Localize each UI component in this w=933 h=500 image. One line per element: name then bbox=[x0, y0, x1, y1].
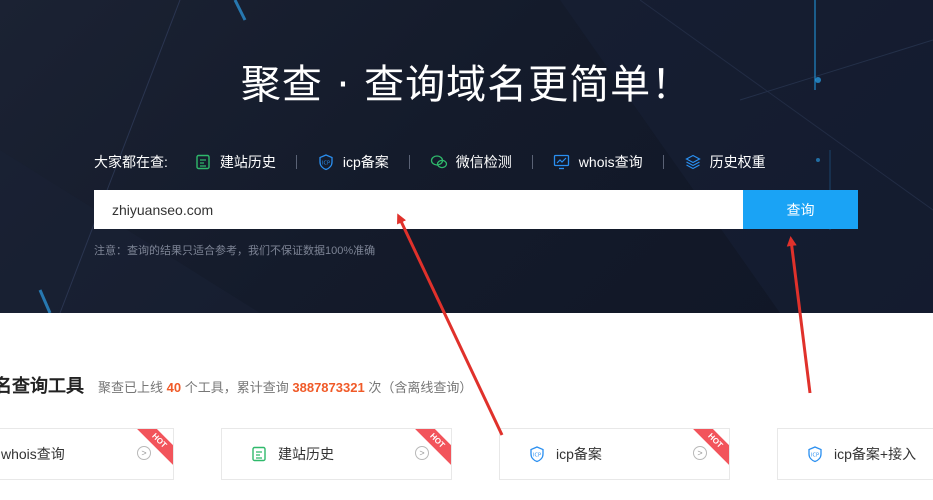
trending-item-build-history[interactable]: 建站历史 bbox=[194, 152, 276, 172]
hero-title: 聚查 · 查询域名更简单！ bbox=[240, 62, 693, 108]
tool-card-label: icp备案+接入 bbox=[834, 446, 917, 462]
trending-item-whois[interactable]: whois查询 bbox=[553, 152, 643, 172]
trending-bar: 大家都在查: 建站历史 ICP icp备案 微信检测 whois查询 历史权重 bbox=[94, 150, 766, 174]
divider bbox=[408, 155, 410, 169]
tools-section-header: 名查询工具 聚查已上线 40 个工具，累计查询 3887873321 次（含离线… bbox=[0, 372, 472, 398]
section-title: 名查询工具 bbox=[0, 376, 84, 396]
wechat-icon bbox=[430, 153, 448, 171]
stats-suffix: 次（含离线查询） bbox=[368, 380, 473, 395]
trending-item-weight-history[interactable]: 历史权重 bbox=[684, 152, 766, 172]
layers-icon bbox=[684, 153, 702, 171]
whois-monitor-icon bbox=[553, 153, 571, 171]
section-stats: 聚查已上线 40 个工具，累计查询 3887873321 次（含离线查询） bbox=[98, 377, 472, 396]
history-icon bbox=[250, 445, 268, 463]
chevron-right-icon[interactable]: > bbox=[415, 446, 429, 460]
trending-item-icp[interactable]: ICP icp备案 bbox=[317, 152, 389, 172]
tool-card-icp-access[interactable]: ICP icp备案+接入 bbox=[777, 428, 933, 480]
chevron-right-icon[interactable]: > bbox=[137, 446, 151, 460]
tool-card-build-history[interactable]: 建站历史 > HOT bbox=[221, 428, 452, 480]
tool-card-whois[interactable]: whois查询 > HOT bbox=[0, 428, 174, 480]
divider bbox=[531, 155, 533, 169]
domain-search-input[interactable] bbox=[94, 190, 743, 229]
stats-prefix: 聚查已上线 bbox=[98, 380, 164, 395]
tool-count: 40 bbox=[166, 380, 182, 395]
trending-item-label: whois查询 bbox=[578, 154, 643, 170]
hero-banner: 聚查 · 查询域名更简单！ 大家都在查: 建站历史 ICP icp备案 微信检测 bbox=[0, 0, 933, 313]
tool-card-icp[interactable]: ICP icp备案 > HOT bbox=[499, 428, 730, 480]
trending-label: 大家都在查: bbox=[94, 154, 168, 170]
chevron-right-icon[interactable]: > bbox=[693, 446, 707, 460]
icp-shield-icon: ICP bbox=[528, 445, 546, 463]
icp-shield-icon: ICP bbox=[806, 445, 824, 463]
stats-mid: 个工具，累计查询 bbox=[184, 380, 289, 395]
search-button[interactable]: 查询 bbox=[743, 190, 858, 229]
trending-item-wechat[interactable]: 微信检测 bbox=[430, 152, 512, 172]
tool-card-label: whois查询 bbox=[1, 446, 65, 462]
divider bbox=[295, 155, 297, 169]
trending-item-label: 建站历史 bbox=[219, 154, 276, 170]
tool-card-label: 建站历史 bbox=[278, 446, 334, 462]
divider bbox=[662, 155, 664, 169]
query-count: 3887873321 bbox=[292, 380, 365, 395]
trending-item-label: 微信检测 bbox=[455, 154, 512, 170]
svg-text:ICP: ICP bbox=[533, 452, 541, 458]
trending-item-label: icp备案 bbox=[342, 154, 389, 170]
search-disclaimer: 注意：查询的结果只适合参考，我们不保证数据100%准确 bbox=[94, 245, 376, 257]
icp-shield-icon: ICP bbox=[317, 153, 335, 171]
trending-item-label: 历史权重 bbox=[709, 154, 766, 170]
svg-text:ICP: ICP bbox=[322, 160, 330, 166]
history-icon bbox=[194, 153, 212, 171]
tool-card-label: icp备案 bbox=[556, 446, 602, 462]
svg-text:ICP: ICP bbox=[811, 452, 819, 458]
